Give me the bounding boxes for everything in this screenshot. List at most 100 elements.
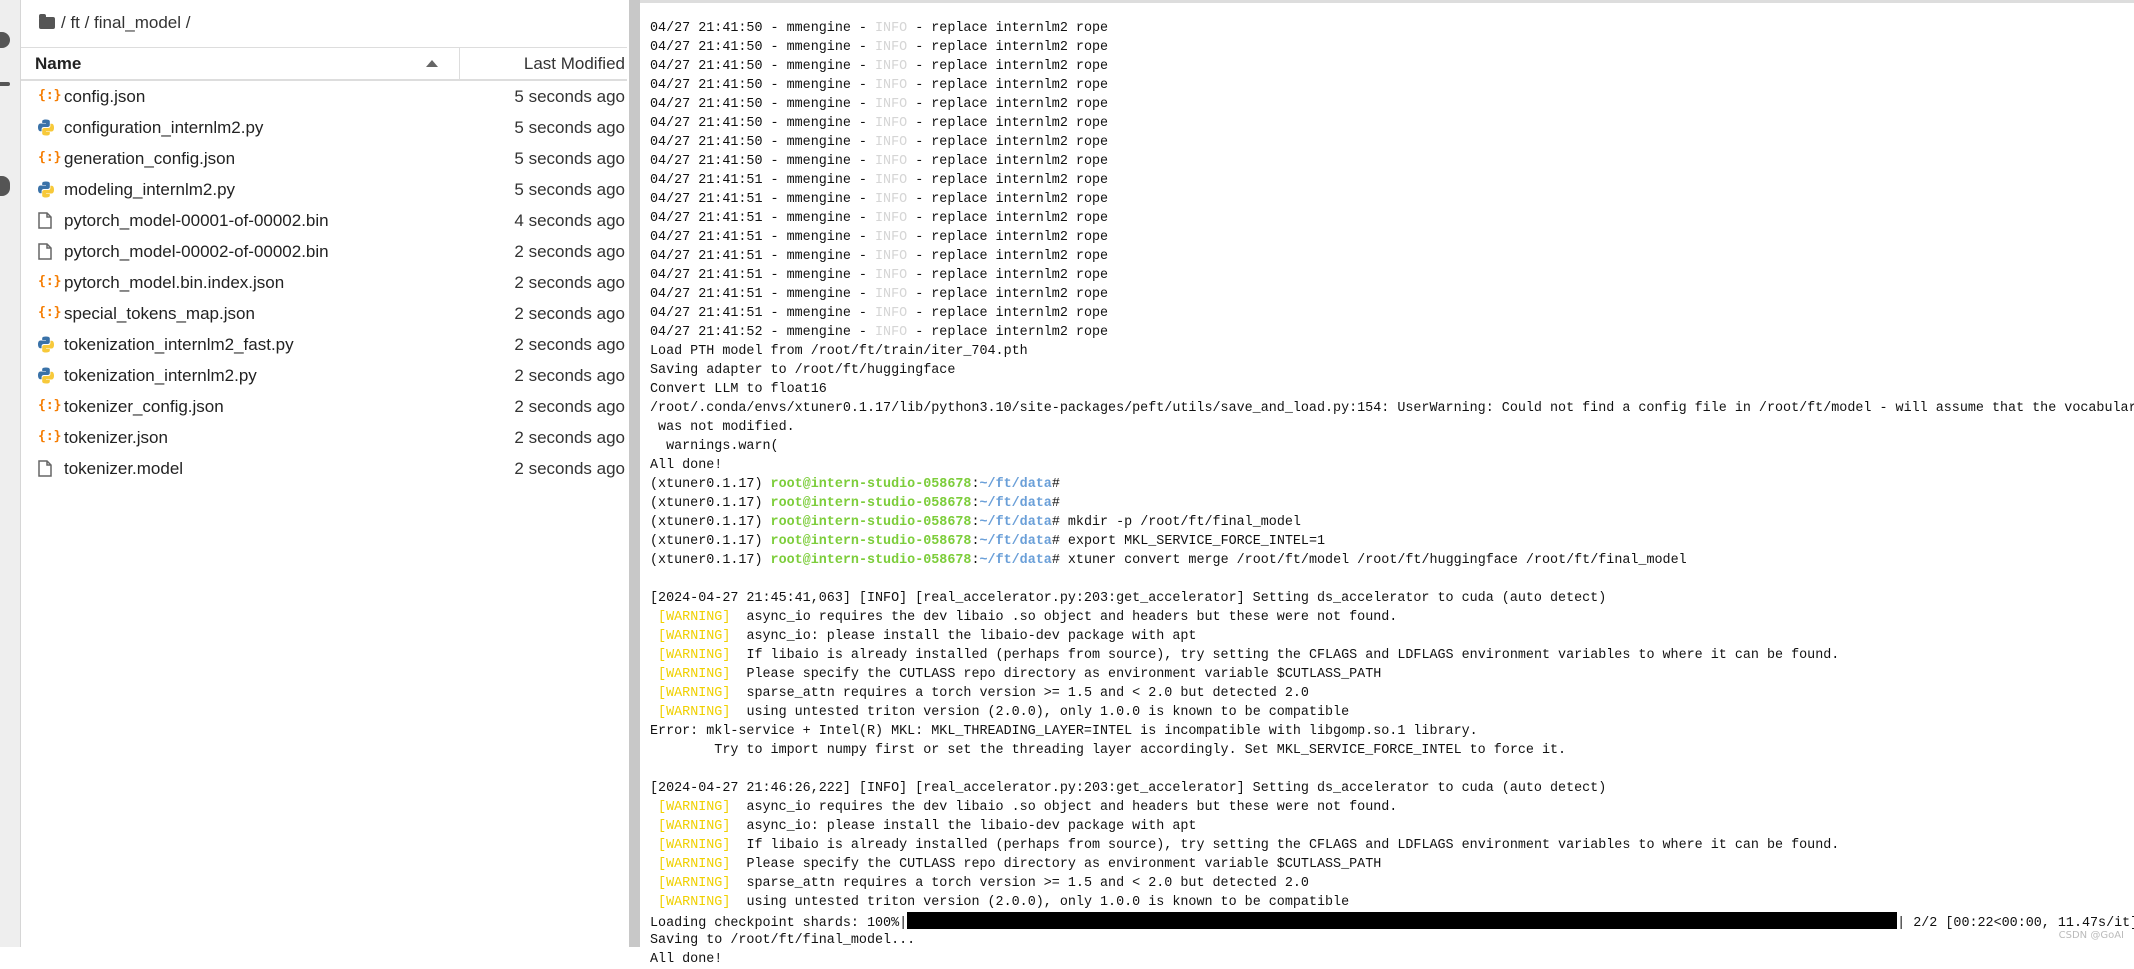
file-row[interactable]: tokenization_internlm2_fast.py 2 seconds … [21,329,627,360]
file-name[interactable]: config.json [64,87,145,107]
file-name[interactable]: special_tokens_map.json [64,304,255,324]
column-last-modified[interactable]: Last Modified [524,54,625,74]
terminal-info-text: INFO [875,192,908,207]
terminal-info-text: INFO [875,325,908,340]
file-name[interactable]: generation_config.json [64,149,235,169]
terminal[interactable]: 04/27 21:41:50 - mmengine - INFO - repla… [640,0,2134,967]
terminal-text: using untested triton version (2.0.0), o… [730,895,1350,910]
terminal-line: [WARNING] async_io: please install the l… [650,817,2134,836]
file-row[interactable]: {:} special_tokens_map.json 2 seconds ago [21,298,627,329]
terminal-text: | 2/2 [00:22<00:00, 11.47s/it] [1897,916,2134,931]
terminal-line: [WARNING] Please specify the CUTLASS rep… [650,855,2134,874]
terminal-text: - replace internlm2 rope [907,306,1109,321]
file-row[interactable]: {:} tokenizer.json 2 seconds ago [21,422,627,453]
terminal-text: All done! [650,952,723,967]
terminal-warning-text: [WARNING] [658,610,731,625]
terminal-text: async_io: please install the libaio-dev … [730,629,1197,644]
terminal-text: 04/27 21:41:52 - mmengine - [650,325,875,340]
terminal-text: sparse_attn requires a torch version >= … [730,686,1309,701]
terminal-warning-text: [WARNING] [658,686,731,701]
file-row[interactable]: configuration_internlm2.py 5 seconds ago [21,112,627,143]
file-row[interactable]: {:} config.json 5 seconds ago [21,81,627,112]
python-icon [38,367,54,384]
terminal-line: (xtuner0.1.17) root@intern-studio-058678… [650,475,2134,494]
terminal-text: 04/27 21:41:50 - mmengine - [650,21,875,36]
terminal-path-text: ~/ft/data [979,477,1052,492]
file-name[interactable]: pytorch_model-00001-of-00002.bin [64,211,329,231]
terminal-text: - replace internlm2 rope [907,116,1109,131]
terminal-text: async_io requires the dev libaio .so obj… [730,800,1398,815]
file-row[interactable]: pytorch_model-00002-of-00002.bin 2 second… [21,236,627,267]
file-name[interactable]: pytorch_model.bin.index.json [64,273,284,293]
terminal-line: 04/27 21:41:51 - mmengine - INFO - repla… [650,171,2134,190]
column-divider[interactable] [459,48,460,79]
file-name[interactable]: tokenizer.model [64,459,183,479]
terminal-user-text: root@intern-studio-058678 [770,553,972,568]
terminal-warning-text: [WARNING] [658,876,731,891]
terminal-line: 04/27 21:41:50 - mmengine - INFO - repla… [650,133,2134,152]
terminal-info-text: INFO [875,59,908,74]
file-name[interactable]: configuration_internlm2.py [64,118,263,138]
folder-icon[interactable] [39,14,55,29]
terminal-line: 04/27 21:41:50 - mmengine - INFO - repla… [650,38,2134,57]
terminal-warning-text: [WARNING] [658,819,731,834]
terminal-line: Saving adapter to /root/ft/huggingface [650,361,2134,380]
file-row[interactable]: tokenizer.model 2 seconds ago [21,453,627,484]
terminal-info-text: INFO [875,211,908,226]
terminal-text: 04/27 21:41:50 - mmengine - [650,97,875,112]
file-icon [38,212,54,229]
terminal-line: [WARNING] sparse_attn requires a torch v… [650,874,2134,893]
breadcrumb-path[interactable]: / ft / final_model / [61,13,190,33]
running-icon[interactable] [0,32,10,48]
json-icon: {:} [38,150,62,165]
file-row[interactable]: {:} tokenizer_config.json 2 seconds ago [21,391,627,422]
extension-icon[interactable] [0,176,10,196]
terminal-text: /root/.conda/envs/xtuner0.1.17/lib/pytho… [650,401,2134,416]
file-modified: 5 seconds ago [514,118,625,137]
terminal-text: : [971,477,980,492]
sort-ascending-icon[interactable] [426,60,438,67]
terminal-text: If libaio is already installed (perhaps … [730,838,1840,853]
file-name[interactable]: tokenizer_config.json [64,397,224,417]
terminal-info-text: INFO [875,306,908,321]
panel-splitter[interactable] [629,0,640,947]
terminal-text: : [971,515,980,530]
terminal-text: - replace internlm2 rope [907,154,1109,169]
file-modified: 2 seconds ago [514,242,625,261]
column-name[interactable]: Name [35,54,81,74]
terminal-info-text: INFO [875,249,908,264]
file-name[interactable]: tokenization_internlm2.py [64,366,257,386]
terminal-text: 04/27 21:41:51 - mmengine - [650,211,875,226]
terminal-line: 04/27 21:41:50 - mmengine - INFO - repla… [650,57,2134,76]
toc-icon[interactable] [0,82,10,86]
terminal-line: 04/27 21:41:52 - mmengine - INFO - repla… [650,323,2134,342]
terminal-text: (xtuner0.1.17) [650,515,771,530]
terminal-text: Loading checkpoint shards: 100%| [650,916,908,931]
file-row[interactable]: {:} generation_config.json 5 seconds ago [21,143,627,174]
file-row[interactable]: modeling_internlm2.py 5 seconds ago [21,174,627,205]
terminal-line: [WARNING] async_io requires the dev liba… [650,608,2134,627]
terminal-warning-text: [WARNING] [658,800,731,815]
terminal-info-text: INFO [875,40,908,55]
file-name[interactable]: tokenization_internlm2_fast.py [64,335,294,355]
file-row[interactable]: pytorch_model-00001-of-00002.bin 4 second… [21,205,627,236]
file-browser: / ft / final_model / Name Last Modified … [21,0,629,947]
terminal-text: using untested triton version (2.0.0), o… [730,705,1350,720]
file-name[interactable]: tokenizer.json [64,428,168,448]
file-modified: 4 seconds ago [514,211,625,230]
terminal-line: 04/27 21:41:51 - mmengine - INFO - repla… [650,209,2134,228]
terminal-text: async_io requires the dev libaio .so obj… [730,610,1398,625]
file-modified: 2 seconds ago [514,459,625,478]
file-name[interactable]: pytorch_model-00002-of-00002.bin [64,242,329,262]
terminal-text: 04/27 21:41:51 - mmengine - [650,192,875,207]
file-row[interactable]: {:} pytorch_model.bin.index.json 2 seconds… [21,267,627,298]
file-name[interactable]: modeling_internlm2.py [64,180,235,200]
terminal-user-text: root@intern-studio-058678 [770,534,972,549]
file-modified: 5 seconds ago [514,87,625,106]
file-row[interactable]: tokenization_internlm2.py 2 seconds ago [21,360,627,391]
